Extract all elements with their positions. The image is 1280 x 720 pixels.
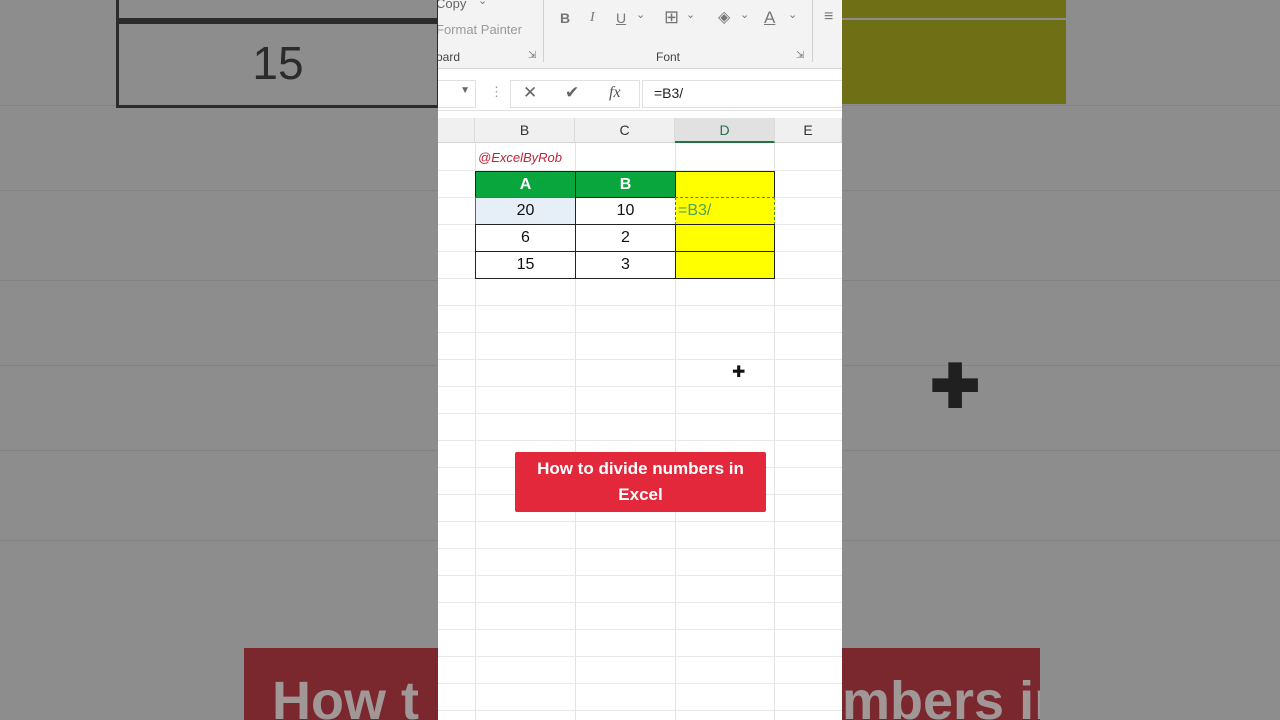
- title-banner: How to divide numbers in Excel: [515, 452, 766, 512]
- formula-controls: ✕ ✔ fx: [510, 80, 640, 108]
- cell-c3[interactable]: 10: [575, 197, 676, 225]
- borders-icon[interactable]: ⊞: [664, 7, 679, 28]
- cell-b5[interactable]: 15: [475, 251, 576, 279]
- select-all[interactable]: [438, 118, 475, 143]
- bold-button[interactable]: B: [560, 10, 570, 26]
- copy-button[interactable]: Copy: [438, 0, 466, 11]
- clipboard-group-label: oard: [438, 50, 461, 64]
- background-left: 15 How t: [0, 0, 438, 720]
- chevron-down-icon[interactable]: ⌄: [788, 8, 797, 21]
- enter-icon[interactable]: ✔: [565, 83, 579, 103]
- banner-line-2: Excel: [618, 485, 663, 504]
- cell-cursor-icon: ✚: [732, 364, 746, 381]
- format-painter-button[interactable]: Format Painter: [438, 22, 522, 37]
- background-right: ✚ mbers in: [842, 0, 1280, 720]
- formula-bar: ▼ ⋮ ✕ ✔ fx =B3/: [438, 76, 842, 111]
- font-color-button[interactable]: A: [764, 8, 775, 28]
- column-header-e[interactable]: E: [775, 118, 842, 143]
- cell-b3[interactable]: 20: [475, 197, 576, 225]
- cell-d4[interactable]: [675, 224, 775, 252]
- chevron-down-icon[interactable]: ⌄: [478, 0, 487, 7]
- cell-c4[interactable]: 2: [575, 224, 676, 252]
- cancel-icon[interactable]: ✕: [523, 83, 537, 103]
- chevron-down-icon[interactable]: ⌄: [740, 8, 749, 21]
- cell-b4[interactable]: 6: [475, 224, 576, 252]
- column-header-c[interactable]: C: [575, 118, 675, 143]
- more-icon: ⋮: [490, 84, 503, 99]
- cell-c5[interactable]: 3: [575, 251, 676, 279]
- watermark: @ExcelByRob: [478, 150, 563, 165]
- cell-d5[interactable]: [675, 251, 775, 279]
- column-header-d[interactable]: D: [675, 118, 775, 143]
- table-header-result[interactable]: [675, 171, 775, 198]
- dialog-launcher-icon[interactable]: ⇲: [796, 50, 804, 61]
- insert-function-icon[interactable]: fx: [609, 84, 621, 102]
- align-icon[interactable]: ≡: [824, 8, 833, 26]
- table-header-a[interactable]: A: [475, 171, 576, 198]
- cell-d3-editing[interactable]: =B3/: [675, 197, 775, 225]
- column-header-b[interactable]: B: [475, 118, 575, 143]
- formula-text: =B3/: [654, 85, 684, 101]
- chevron-down-icon[interactable]: ⌄: [636, 8, 645, 21]
- fill-color-icon[interactable]: ◈: [718, 7, 730, 27]
- banner-line-1: How to divide numbers in: [537, 459, 744, 478]
- table-header-b[interactable]: B: [575, 171, 676, 198]
- chevron-down-icon[interactable]: ⌄: [686, 8, 695, 21]
- italic-button[interactable]: I: [590, 10, 595, 26]
- font-group-label: Font: [656, 50, 681, 64]
- ribbon: Copy ⌄ Format Painter oard ⇲ B I U ⌄ ⊞ ⌄…: [438, 0, 842, 69]
- underline-button[interactable]: U: [616, 10, 626, 26]
- dialog-launcher-icon[interactable]: ⇲: [528, 50, 536, 61]
- name-box[interactable]: ▼: [438, 80, 476, 108]
- chevron-down-icon[interactable]: ▼: [460, 85, 470, 96]
- excel-window: Copy ⌄ Format Painter oard ⇲ B I U ⌄ ⊞ ⌄…: [438, 0, 842, 720]
